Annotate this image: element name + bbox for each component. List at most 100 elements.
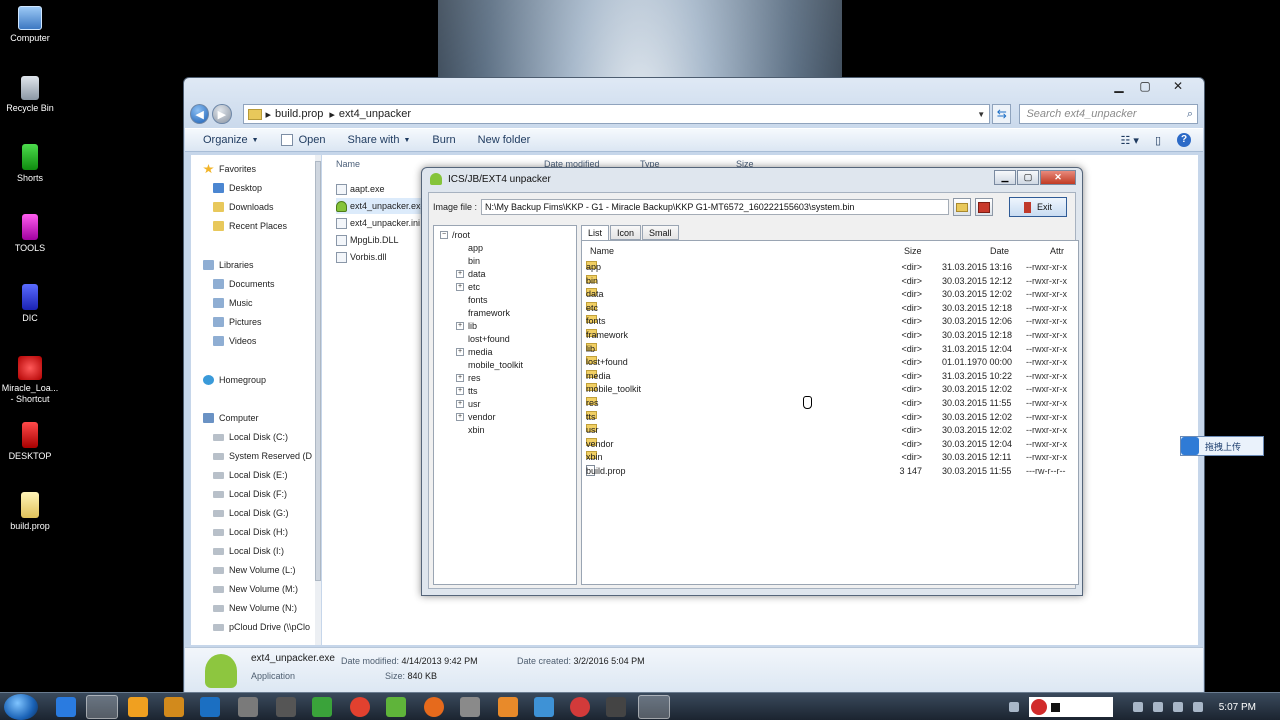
nav-item-pcloud[interactable]: pCloud Drive (\\pClo: [213, 619, 310, 635]
list-item[interactable]: build.prop 3 147 30.03.2015 11:55 ---rw-r--…: [586, 465, 1072, 479]
unpacker-taskbar-button[interactable]: [638, 695, 670, 719]
file-row[interactable]: aapt.exe: [336, 181, 385, 197]
tree-item[interactable]: fonts: [468, 293, 488, 306]
file-row[interactable]: Vorbis.dll: [336, 249, 387, 265]
desktop-icon-recycle-bin[interactable]: Recycle Bin: [0, 76, 60, 114]
desktop-icon-computer[interactable]: Computer: [0, 6, 60, 44]
list-item[interactable]: lost+found <dir> 01.01.1970 00:00 --rwxr-xr…: [586, 356, 1072, 370]
list-item[interactable]: data <dir> 30.03.2015 12:02 --rwxr-xr-x: [586, 288, 1072, 302]
expand-icon[interactable]: +: [456, 373, 464, 382]
expand-icon[interactable]: +: [456, 412, 464, 421]
list-item[interactable]: vendor <dir> 30.03.2015 12:04 --rwxr-xr-x: [586, 437, 1072, 452]
tree-item[interactable]: app: [468, 241, 483, 254]
upload-widget[interactable]: 拖拽上传: [1180, 436, 1264, 456]
preview-pane-icon[interactable]: ▯: [1155, 134, 1161, 147]
tree-item[interactable]: framework: [468, 306, 510, 319]
expand-icon[interactable]: +: [456, 321, 464, 330]
nav-item-disk-f[interactable]: Local Disk (F:): [213, 486, 287, 502]
ie-icon[interactable]: [56, 697, 76, 717]
list-item[interactable]: lib <dir> 31.03.2015 12:04 --rwxr-xr-x: [586, 342, 1072, 357]
tab-small[interactable]: Small: [642, 225, 679, 240]
minimize-button[interactable]: ▁: [994, 170, 1016, 185]
nav-item-disk-h[interactable]: Local Disk (H:): [213, 524, 288, 540]
list-item[interactable]: framework <dir> 30.03.2015 12:18 --rwxr-xr-…: [586, 329, 1072, 343]
list-item[interactable]: etc <dir> 30.03.2015 12:18 --rwxr-xr-x: [586, 301, 1072, 316]
tree-item[interactable]: + data: [456, 267, 486, 280]
breadcrumb-item[interactable]: build.prop: [275, 108, 323, 120]
new-folder-button[interactable]: New folder: [478, 134, 531, 146]
tree-item-root[interactable]: −/root: [440, 228, 470, 241]
exit-button[interactable]: Exit: [1009, 197, 1067, 217]
nav-item-computer[interactable]: Computer: [203, 410, 259, 426]
list-header-name[interactable]: Name: [590, 243, 614, 259]
tree-item[interactable]: bin: [468, 254, 480, 267]
share-with-button[interactable]: Share with ▼: [348, 134, 411, 146]
forward-button[interactable]: ▶: [212, 104, 232, 124]
nav-item-favorites[interactable]: Favorites: [203, 161, 256, 177]
list-item[interactable]: app <dir> 31.03.2015 13:16 --rwxr-xr-x: [586, 261, 1072, 275]
nav-item-videos[interactable]: Videos: [213, 333, 256, 349]
nav-item-system-reserved[interactable]: System Reserved (D: [213, 448, 312, 464]
list-item[interactable]: media <dir> 31.03.2015 10:22 --rwxr-xr-x: [586, 369, 1072, 384]
nav-item-volume-m[interactable]: New Volume (M:): [213, 581, 298, 597]
list-header-date[interactable]: Date: [990, 243, 1009, 259]
nav-item-volume-l[interactable]: New Volume (L:): [213, 562, 296, 578]
expand-icon[interactable]: +: [456, 282, 464, 291]
list-item[interactable]: tts <dir> 30.03.2015 12:02 --rwxr-xr-x: [586, 410, 1072, 425]
collapse-icon[interactable]: −: [440, 230, 448, 239]
recorder-widget[interactable]: [1028, 697, 1113, 717]
file-row[interactable]: ext4_unpacker.exe: [336, 198, 426, 214]
network-icon[interactable]: [312, 697, 332, 717]
image-file-field[interactable]: N:\My Backup Fims\KKP - G1 - Miracle Bac…: [481, 199, 950, 215]
nav-item-disk-i[interactable]: Local Disk (I:): [213, 543, 284, 559]
chevron-up-icon[interactable]: [1132, 702, 1143, 712]
nav-item-recent-places[interactable]: Recent Places: [213, 218, 287, 234]
nav-item-disk-c[interactable]: Local Disk (C:): [213, 429, 288, 445]
desktop-icon-miracle[interactable]: Miracle_Loa... - Shortcut: [0, 356, 60, 405]
file-row[interactable]: MpgLib.DLL: [336, 232, 399, 248]
desktop-icon-desktop[interactable]: DESKTOP: [0, 422, 60, 462]
tab-list[interactable]: List: [581, 225, 610, 241]
scrollbar-thumb[interactable]: [315, 161, 321, 581]
nav-pane-scrollbar[interactable]: [315, 155, 321, 645]
opera-icon[interactable]: [570, 697, 590, 717]
record-icon[interactable]: [1030, 699, 1047, 715]
chevron-down-icon[interactable]: ▼: [977, 110, 985, 119]
open-button[interactable]: Open: [280, 134, 326, 146]
app-icon[interactable]: [238, 697, 258, 717]
firefox-icon[interactable]: [424, 697, 444, 717]
desktop-icon-shorts[interactable]: Shorts: [0, 144, 60, 184]
app-icon[interactable]: [606, 697, 626, 717]
outlook-icon[interactable]: [200, 697, 220, 717]
android-tool-icon[interactable]: [386, 697, 406, 717]
desktop-icon-build-prop[interactable]: build.prop: [0, 492, 60, 532]
network-status-icon[interactable]: [1172, 702, 1183, 712]
expand-icon[interactable]: +: [456, 347, 464, 356]
volume-icon[interactable]: [1192, 702, 1203, 712]
organize-button[interactable]: Organize ▼: [203, 134, 259, 146]
column-header-name[interactable]: Name: [336, 155, 360, 173]
tree-item[interactable]: + media: [456, 345, 493, 358]
app-icon[interactable]: [276, 697, 296, 717]
app-icon[interactable]: [460, 697, 480, 717]
chrome-icon[interactable]: [350, 697, 370, 717]
nav-item-pictures[interactable]: Pictures: [213, 314, 262, 330]
nav-item-music[interactable]: Music: [213, 295, 253, 311]
flag-icon[interactable]: [1152, 702, 1163, 712]
stop-icon[interactable]: [1050, 702, 1060, 712]
expand-icon[interactable]: +: [456, 399, 464, 408]
open-image-button[interactable]: [953, 198, 972, 216]
desktop-icon-dic[interactable]: DIC: [0, 284, 60, 324]
minimize-button[interactable]: ▁: [1106, 78, 1132, 96]
desktop-icon-tools[interactable]: TOOLS: [0, 214, 60, 254]
nav-item-documents[interactable]: Documents: [213, 276, 275, 292]
search-input[interactable]: Search ext4_unpacker ⌕: [1019, 104, 1198, 124]
extract-button[interactable]: [975, 198, 994, 216]
expand-icon[interactable]: +: [456, 386, 464, 395]
tray-icon[interactable]: [1008, 702, 1019, 712]
nav-item-disk-g[interactable]: Local Disk (G:): [213, 505, 289, 521]
view-options-icon[interactable]: ☷ ▾: [1120, 134, 1138, 147]
nav-item-desktop[interactable]: Desktop: [213, 180, 262, 196]
clock[interactable]: 5:07 PM: [1219, 702, 1256, 713]
refresh-button[interactable]: ⇆: [992, 104, 1012, 124]
